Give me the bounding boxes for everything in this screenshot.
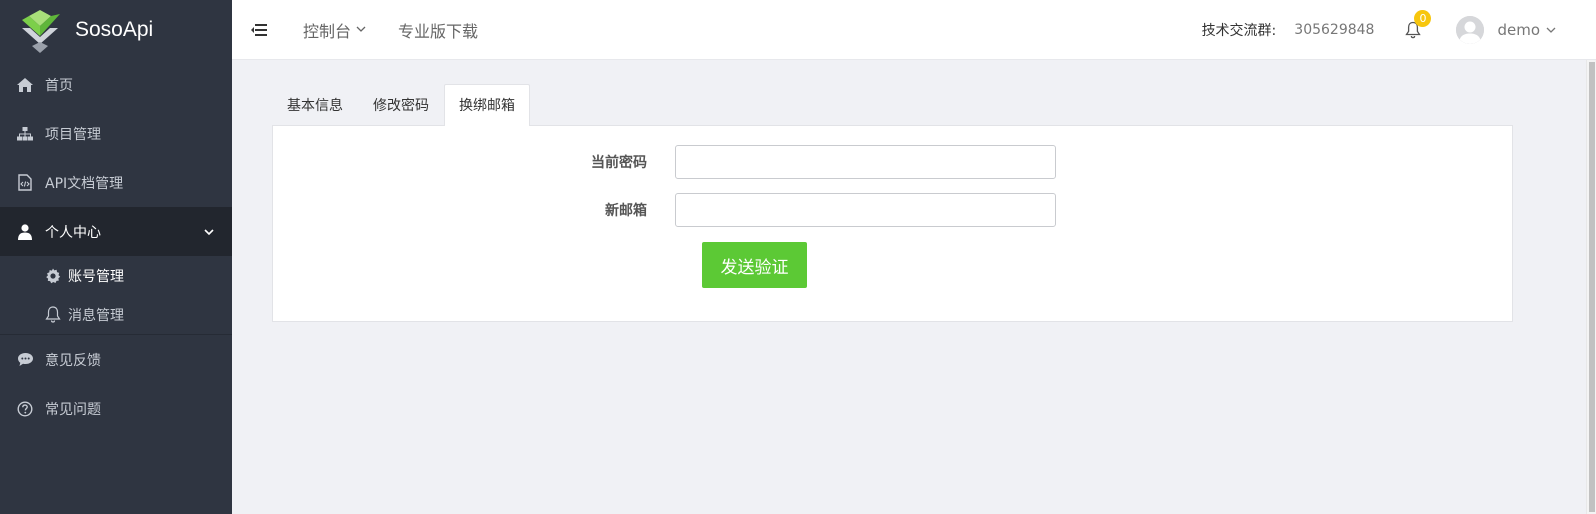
sidebar-item-label: 首页	[45, 77, 73, 94]
new-email-label: 新邮箱	[605, 203, 647, 219]
sitemap-icon	[16, 125, 34, 143]
notification-bell[interactable]: 0	[1404, 9, 1432, 40]
logo-mark-icon	[16, 6, 64, 54]
sidebar-item-label: 常见问题	[45, 401, 101, 418]
sidebar-item-personal-center[interactable]: 个人中心	[0, 207, 232, 256]
top-right-area: 技术交流群: 305629848 0 demo	[1202, 0, 1596, 60]
scrollbar-thumb[interactable]	[1589, 62, 1595, 512]
sidebar-subitem-label: 账号管理	[68, 268, 124, 285]
comment-icon	[16, 351, 34, 369]
user-icon	[16, 223, 34, 241]
code-file-icon	[16, 174, 34, 192]
top-bar: 控制台 专业版下载 技术交流群: 305629848 0 demo	[232, 0, 1596, 60]
send-verification-button[interactable]: 发送验证	[702, 242, 807, 288]
sidebar-subitem-account[interactable]: 账号管理	[0, 256, 232, 295]
console-label: 控制台	[303, 21, 352, 41]
tab-change-email[interactable]: 换绑邮箱	[444, 84, 530, 126]
sidebar-item-feedback[interactable]: 意见反馈	[0, 335, 232, 384]
form-row-current-password: 当前密码	[273, 145, 1056, 179]
home-icon	[16, 76, 34, 94]
sidebar-submenu: 账号管理 消息管理	[0, 256, 232, 335]
avatar[interactable]	[1456, 15, 1485, 44]
logo[interactable]: SosoApi	[0, 0, 232, 60]
group-number: 305629848	[1294, 21, 1375, 38]
app-name: SosoApi	[75, 18, 154, 41]
gear-icon	[45, 268, 61, 284]
group-label: 技术交流群:	[1201, 22, 1277, 39]
sidebar-item-label: API文档管理	[45, 175, 124, 192]
tab-change-password[interactable]: 修改密码	[358, 84, 444, 126]
chevron-down-icon	[204, 224, 214, 240]
sidebar-subitem-label: 消息管理	[68, 307, 124, 324]
menu-toggle-icon[interactable]	[251, 23, 267, 37]
current-password-input[interactable]	[675, 145, 1056, 179]
new-email-input[interactable]	[675, 193, 1056, 227]
page-scrollbar[interactable]	[1586, 60, 1596, 514]
question-circle-icon	[16, 400, 34, 418]
sidebar-item-label: 项目管理	[45, 126, 101, 143]
pro-download-link[interactable]: 专业版下载	[398, 18, 478, 42]
tab-bar: 基本信息 修改密码 换绑邮箱	[272, 84, 1513, 126]
username[interactable]: demo	[1497, 21, 1540, 39]
main-content: 基本信息 修改密码 换绑邮箱 当前密码 新邮箱 发送验证	[272, 84, 1513, 322]
form-row-new-email: 新邮箱	[273, 193, 1056, 227]
tab-basic-info[interactable]: 基本信息	[272, 84, 358, 126]
chevron-down-icon	[356, 26, 366, 33]
sidebar-item-api-docs[interactable]: API文档管理	[0, 158, 232, 207]
sidebar: SosoApi 首页 项目管理 API文档管理 个人中心 账号管理 消息管理 意…	[0, 0, 232, 514]
console-menu[interactable]: 控制台	[303, 18, 366, 42]
sidebar-subitem-messages[interactable]: 消息管理	[0, 295, 232, 334]
sidebar-item-label: 意见反馈	[45, 352, 101, 369]
chevron-down-icon[interactable]	[1546, 22, 1556, 38]
sidebar-item-faq[interactable]: 常见问题	[0, 384, 232, 433]
sidebar-item-home[interactable]: 首页	[0, 60, 232, 109]
bell-icon	[45, 306, 61, 323]
current-password-label: 当前密码	[591, 155, 647, 171]
sidebar-item-label: 个人中心	[45, 224, 101, 241]
form-panel: 当前密码 新邮箱 发送验证	[272, 125, 1513, 322]
notification-badge: 0	[1414, 9, 1432, 27]
sidebar-item-projects[interactable]: 项目管理	[0, 109, 232, 158]
